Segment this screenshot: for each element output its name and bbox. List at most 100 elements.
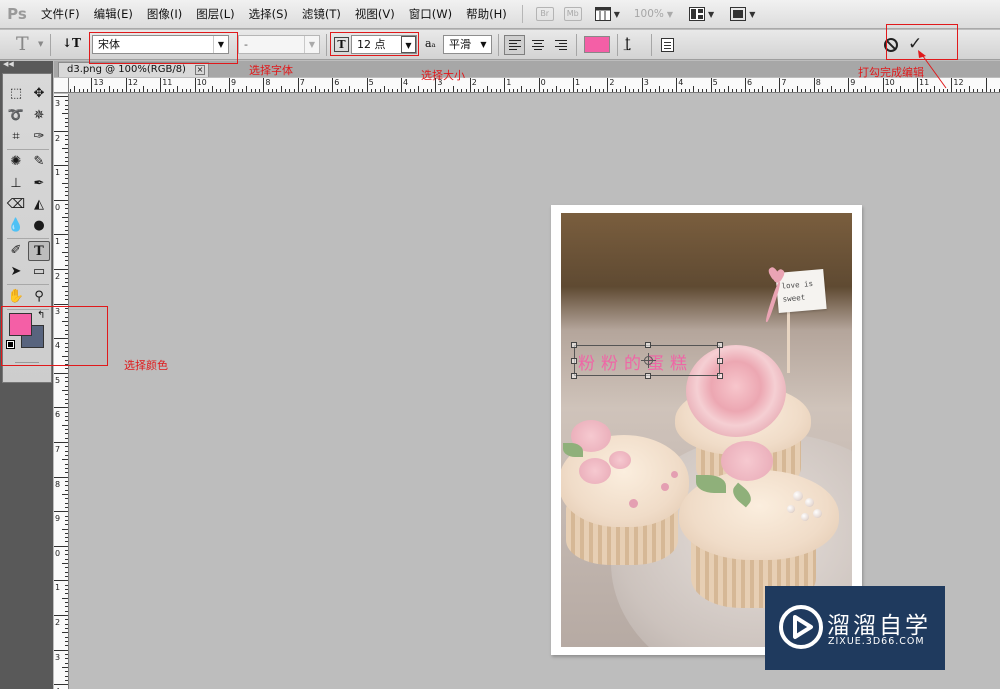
transform-handle[interactable] — [717, 373, 723, 379]
ruler-label: 12 — [127, 78, 138, 87]
crop-icon[interactable]: ⌗ — [5, 127, 27, 147]
screen-mode-caret-icon[interactable]: ▼ — [749, 10, 755, 19]
bridge-button[interactable]: Br — [535, 7, 554, 21]
vertical-ruler[interactable]: 321012345678901234 — [54, 94, 69, 689]
ruler-tick — [960, 89, 961, 92]
path-selection-icon[interactable]: ➤ — [5, 262, 27, 282]
ruler-label: 3 — [55, 99, 61, 108]
ruler-tick — [826, 89, 828, 92]
document-tab[interactable]: d3.png @ 100%(RGB/8) × — [58, 62, 209, 77]
ruler-tick — [147, 89, 149, 92]
pen-icon[interactable]: ✐ — [5, 241, 27, 261]
transform-handle[interactable] — [717, 358, 723, 364]
ruler-tick — [65, 645, 68, 647]
transform-center-icon[interactable] — [641, 353, 656, 368]
align-right-button[interactable] — [550, 35, 571, 55]
paint-bucket-icon[interactable]: ◭ — [28, 195, 50, 215]
ruler-tick — [607, 78, 609, 92]
ruler-label: 4 — [678, 78, 684, 87]
menu-layer[interactable]: 图层(L) — [189, 6, 241, 22]
font-style-dropdown-icon[interactable]: ▼ — [304, 36, 319, 53]
menu-window[interactable]: 窗口(W) — [402, 6, 459, 22]
menu-filter[interactable]: 滤镜(T) — [295, 6, 348, 22]
transform-handle[interactable] — [717, 342, 723, 348]
healing-brush-icon[interactable]: ✺ — [5, 152, 27, 172]
eyedropper-icon[interactable]: ✑ — [28, 127, 50, 147]
hand-icon[interactable]: ✋ — [5, 287, 27, 307]
ruler-tick — [637, 89, 639, 92]
ruler-tick — [65, 139, 68, 141]
dodge-icon[interactable]: ● — [28, 216, 50, 236]
lasso-icon[interactable]: ➰ — [5, 106, 27, 126]
warp-text-icon[interactable]: ʈ̲ — [625, 35, 631, 51]
screen-mode-icon[interactable] — [730, 7, 747, 21]
menu-image[interactable]: 图像(I) — [140, 6, 189, 22]
text-layer[interactable]: 粉粉的蛋糕 — [578, 349, 693, 374]
menu-edit[interactable]: 编辑(E) — [87, 6, 140, 22]
ruler-tick — [581, 89, 583, 92]
zoom-level[interactable]: 100% — [634, 8, 664, 20]
ruler-tick — [585, 89, 587, 92]
menu-view[interactable]: 视图(V) — [348, 6, 402, 22]
rectangle-icon[interactable]: ▭ — [28, 262, 50, 282]
ruler-tick — [65, 515, 68, 517]
text-orientation-icon[interactable]: ↓T — [62, 36, 81, 50]
tool-preset-type-icon[interactable]: T — [16, 33, 29, 55]
ruler-tick — [65, 640, 68, 642]
horizontal-ruler[interactable]: 14131211109876543210123456789101112 — [54, 78, 1000, 93]
type-icon[interactable]: T — [28, 241, 50, 261]
collapse-panel-strip[interactable]: ◀◀ — [0, 60, 53, 71]
ruler-tick — [62, 182, 68, 184]
tool-separator — [7, 149, 49, 150]
ruler-origin[interactable] — [54, 78, 69, 93]
text-layer-bounding-box[interactable]: 粉粉的蛋糕 — [571, 342, 723, 379]
arrange-caret-icon[interactable]: ▼ — [708, 10, 714, 19]
menu-help[interactable]: 帮助(H) — [459, 6, 514, 22]
zoom-caret-icon[interactable]: ▼ — [667, 10, 673, 19]
menu-file[interactable]: 文件(F) — [34, 6, 87, 22]
collapse-arrows-icon[interactable]: ◀◀ — [3, 60, 14, 68]
transform-handle[interactable] — [571, 342, 577, 348]
character-panel-icon[interactable] — [661, 38, 674, 52]
zoom-icon[interactable]: ⚲ — [28, 287, 50, 307]
ruler-tick — [62, 459, 68, 461]
ruler-tick — [198, 89, 200, 92]
ruler-tick — [65, 117, 68, 119]
ruler-tick — [899, 86, 901, 92]
anti-alias-dropdown-icon[interactable]: ▼ — [476, 36, 491, 53]
view-extras-caret-icon[interactable]: ▼ — [614, 10, 620, 19]
eraser-icon[interactable]: ⌫ — [5, 195, 27, 215]
clone-stamp-icon[interactable]: ⊥ — [5, 174, 27, 194]
font-style-select[interactable]: - ▼ — [238, 35, 320, 54]
ruler-tick — [865, 86, 867, 92]
transform-handle[interactable] — [645, 373, 651, 379]
view-extras-icon[interactable] — [594, 7, 611, 21]
menu-select[interactable]: 选择(S) — [242, 6, 295, 22]
arrange-documents-icon[interactable] — [689, 7, 706, 21]
mini-bridge-button[interactable]: Mb — [563, 7, 582, 21]
ruler-tick — [388, 89, 390, 92]
history-brush-icon[interactable]: ✒ — [28, 174, 50, 194]
text-color-swatch[interactable] — [584, 36, 610, 53]
marquee-icon[interactable]: ⬚ — [5, 84, 27, 104]
align-center-button[interactable] — [527, 35, 548, 55]
ruler-tick — [564, 89, 566, 92]
transform-handle[interactable] — [571, 358, 577, 364]
magic-wand-icon[interactable]: ✵ — [28, 106, 50, 126]
ruler-tick — [65, 208, 68, 210]
move-icon[interactable]: ✥ — [28, 84, 50, 104]
transform-handle[interactable] — [645, 342, 651, 348]
align-left-button[interactable] — [504, 35, 525, 55]
tool-preset-caret-icon[interactable]: ▼ — [38, 40, 43, 48]
brush-icon[interactable]: ✎ — [28, 152, 50, 172]
ruler-tick — [65, 411, 68, 413]
ruler-tick — [641, 78, 643, 92]
close-tab-icon[interactable]: × — [194, 65, 205, 75]
anti-alias-select[interactable]: 平滑 ▼ — [443, 35, 492, 54]
ruler-tick — [65, 195, 68, 197]
blur-icon[interactable]: 💧 — [5, 216, 27, 236]
ruler-tick — [82, 89, 84, 92]
transform-handle[interactable] — [571, 373, 577, 379]
foreground-color-swatch[interactable] — [9, 313, 32, 336]
ruler-label: 5 — [712, 78, 718, 87]
